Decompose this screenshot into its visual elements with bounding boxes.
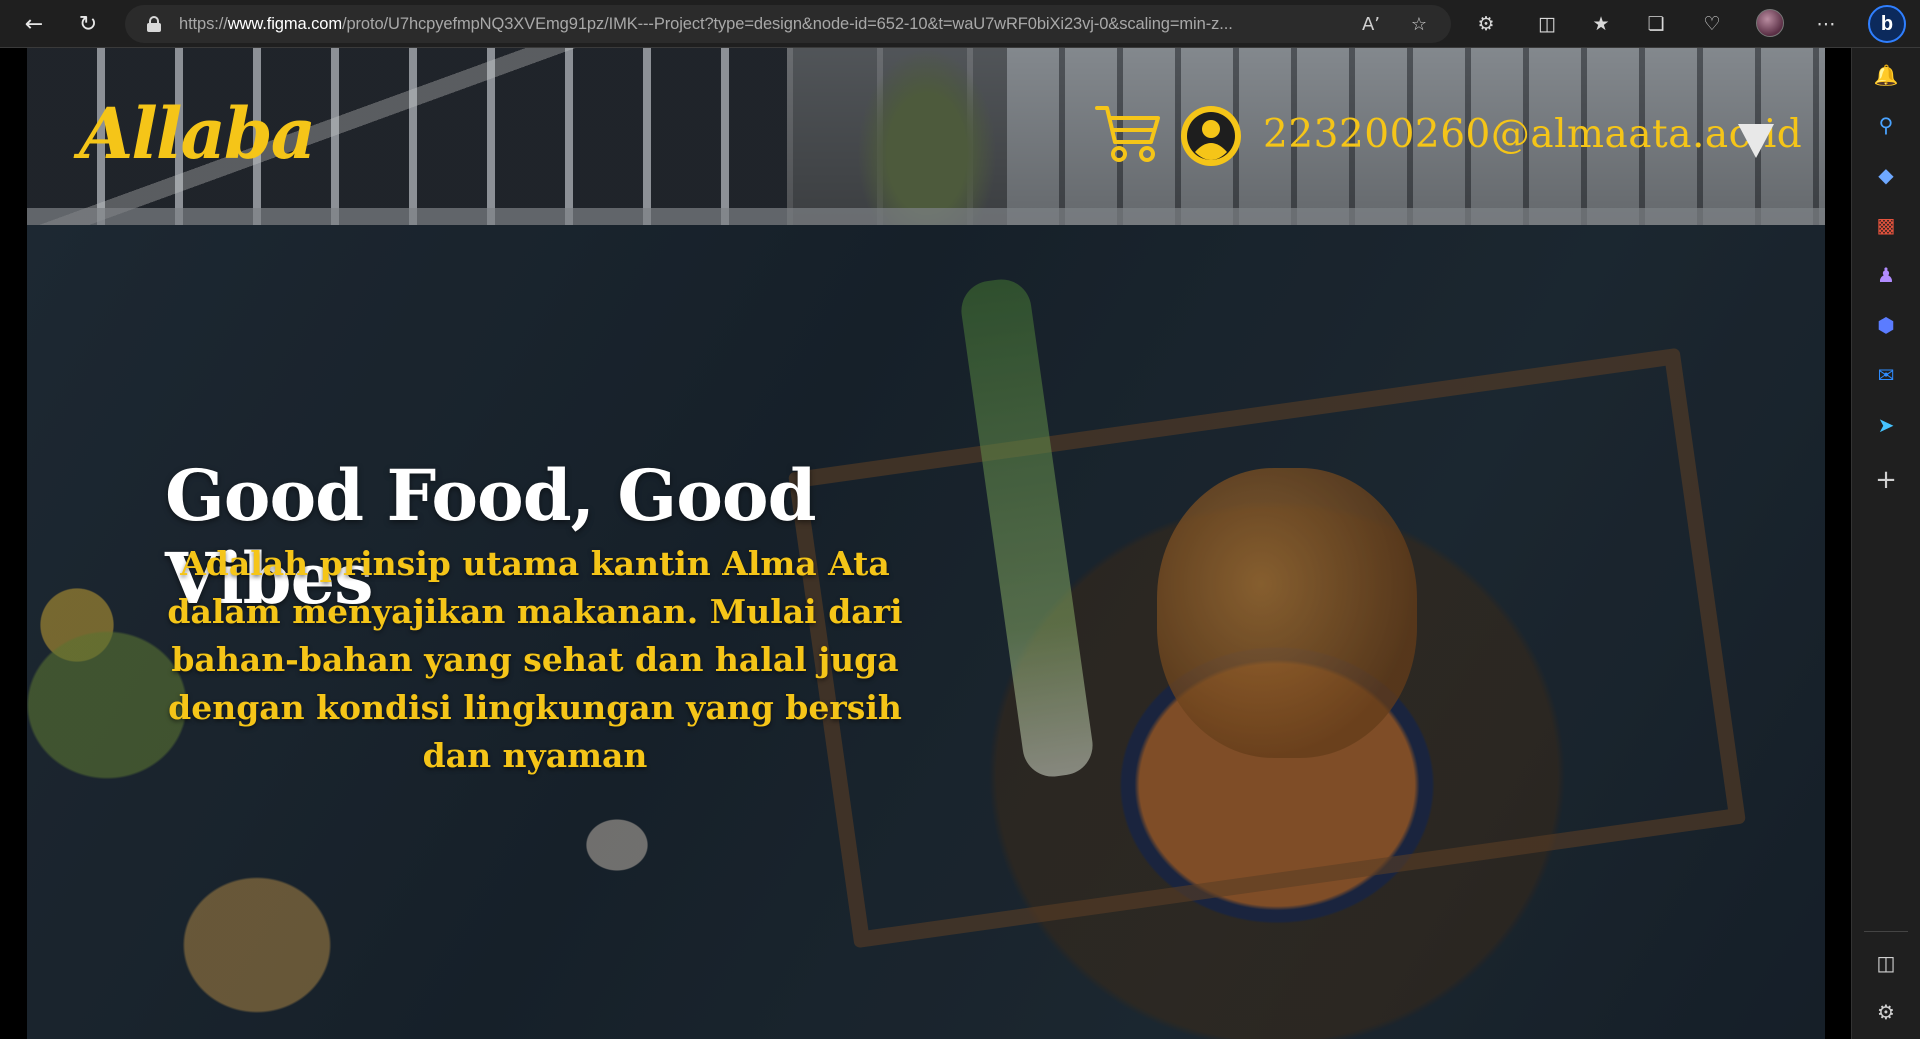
sidebar-settings-icon[interactable]: ⚙ (1869, 995, 1903, 1029)
add-sidebar-app-icon[interactable]: + (1869, 463, 1903, 497)
edge-sidebar: 🔔 ⚲ ◆ ▩ ♟ ⬢ ✉ ➤ + ◫ ⚙ (1851, 48, 1920, 1039)
browser-essentials-icon[interactable]: ♡ (1697, 9, 1727, 39)
site-header: Allaba 223200260@almaata.ac.id (27, 48, 1825, 225)
lock-icon[interactable] (147, 16, 161, 32)
split-screen-icon[interactable]: ◫ (1532, 9, 1562, 39)
notification-bell-icon[interactable]: 🔔 (1869, 58, 1903, 92)
outlook-icon[interactable]: ✉ (1869, 358, 1903, 392)
refresh-icon[interactable]: ↻ (72, 8, 104, 40)
user-circle-icon[interactable] (1179, 104, 1243, 168)
browser-toolbar: ← ↻ https://www.figma.com/proto/U7hcpyef… (0, 0, 1920, 48)
back-icon[interactable]: ← (18, 8, 50, 40)
sidebar-toggle-icon[interactable]: ◫ (1869, 946, 1903, 980)
site-logo[interactable]: Allaba (79, 92, 316, 175)
extensions-icon[interactable]: ⚙ (1471, 9, 1501, 39)
tools-briefcase-icon[interactable]: ▩ (1869, 208, 1903, 242)
shopping-tag-icon[interactable]: ◆ (1869, 158, 1903, 192)
games-icon[interactable]: ♟ (1869, 258, 1903, 292)
page-margin-left (0, 48, 27, 1039)
more-options-icon[interactable]: ⋯ (1811, 9, 1841, 39)
favorites-icon[interactable]: ★ (1586, 9, 1616, 39)
user-email[interactable]: 223200260@almaata.ac.id (1263, 112, 1802, 157)
header-floor-strip (27, 208, 1825, 225)
address-bar[interactable]: https://www.figma.com/proto/U7hcpyefmpNQ… (125, 5, 1451, 43)
read-aloud-icon[interactable]: A’ (1360, 14, 1382, 35)
bing-copilot-icon[interactable]: b (1868, 5, 1906, 43)
hero-tagline: Adalah prinsip utama kantin Alma Ata dal… (167, 544, 903, 775)
favorite-star-icon[interactable]: ☆ (1408, 14, 1430, 35)
shopping-cart-icon[interactable] (1095, 102, 1161, 166)
profile-avatar[interactable] (1756, 9, 1784, 37)
prototype-page: Allaba 223200260@almaata.ac.id Good Food… (27, 48, 1825, 1039)
drop-send-icon[interactable]: ➤ (1869, 408, 1903, 442)
microsoft-365-icon[interactable]: ⬢ (1869, 308, 1903, 342)
collections-icon[interactable]: ❏ (1641, 9, 1671, 39)
dropdown-triangle-icon[interactable] (1738, 124, 1774, 158)
sidebar-divider (1864, 931, 1908, 932)
tree-photo (857, 48, 997, 225)
url-text[interactable]: https://www.figma.com/proto/U7hcpyefmpNQ… (179, 15, 1339, 34)
page-margin-right (1825, 48, 1851, 1039)
search-icon[interactable]: ⚲ (1869, 108, 1903, 142)
